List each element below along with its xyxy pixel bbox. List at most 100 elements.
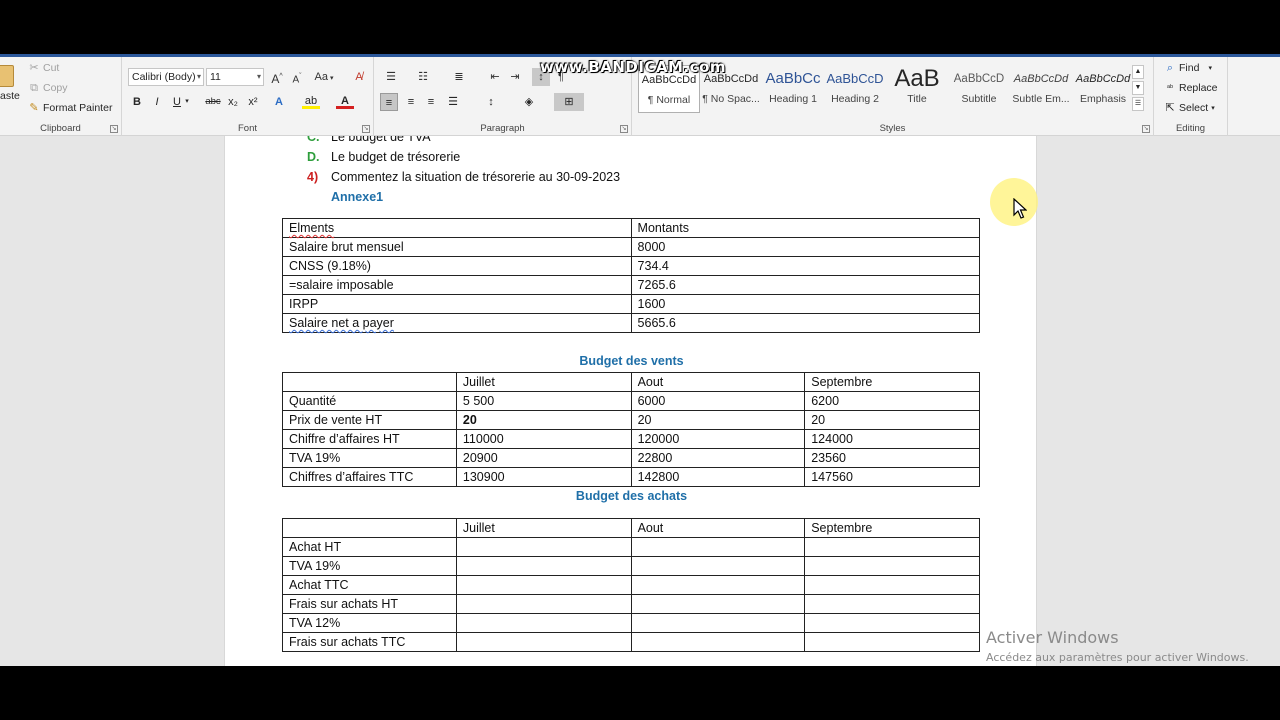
table-cell[interactable]: Prix de vente HT: [282, 410, 457, 430]
table-cell[interactable]: Aout: [630, 372, 806, 392]
table-cell[interactable]: Septembre: [804, 518, 980, 538]
table-cell[interactable]: 23560: [804, 448, 980, 468]
grow-font-button[interactable]: A^: [268, 68, 286, 86]
bold-button[interactable]: B: [128, 93, 146, 111]
table-cell[interactable]: 120000: [630, 429, 806, 449]
font-size-select[interactable]: 11 ▾: [206, 68, 264, 86]
table-cell[interactable]: [455, 556, 632, 576]
clear-formatting-icon[interactable]: A̸: [350, 68, 368, 86]
table-cell[interactable]: Quantité: [282, 391, 457, 411]
table-cell[interactable]: [804, 613, 980, 633]
style-item[interactable]: AaBbCc Heading 1: [762, 65, 824, 113]
table-cell[interactable]: Salaire brut mensuel: [282, 237, 632, 257]
line-spacing-icon[interactable]: ↕: [482, 93, 500, 111]
table-cell[interactable]: 1600: [630, 294, 981, 314]
table-cell[interactable]: 20900: [455, 448, 632, 468]
table-cell[interactable]: 734.4: [630, 256, 981, 276]
clipboard-launcher-icon[interactable]: ↘: [110, 125, 118, 133]
increase-indent-icon[interactable]: ⇥: [506, 68, 524, 86]
cut-button[interactable]: ✂ Cut: [28, 62, 59, 74]
table-cell[interactable]: IRPP: [282, 294, 632, 314]
table-cell[interactable]: [804, 556, 980, 576]
table-cell[interactable]: CNSS (9.18%): [282, 256, 632, 276]
table-cell[interactable]: 110000: [455, 429, 632, 449]
table-cell[interactable]: 20: [804, 410, 980, 430]
table-cell[interactable]: 20: [630, 410, 806, 430]
table-cell[interactable]: Elments: [282, 218, 632, 238]
table-cell[interactable]: 124000: [804, 429, 980, 449]
table-cell[interactable]: Juillet: [455, 372, 632, 392]
font-launcher-icon[interactable]: ↘: [362, 125, 370, 133]
align-left-icon[interactable]: ≡: [380, 93, 398, 111]
table-cell[interactable]: 5 500: [455, 391, 632, 411]
borders-icon[interactable]: ⊞: [554, 93, 584, 111]
paragraph-launcher-icon[interactable]: ↘: [620, 125, 628, 133]
table-cell[interactable]: 147560: [804, 467, 980, 487]
styles-more-icon[interactable]: ☰: [1132, 97, 1144, 111]
table-cell[interactable]: [630, 632, 806, 652]
strikethrough-button[interactable]: abc: [202, 93, 224, 111]
style-item[interactable]: AaBbCcD Subtitle: [948, 65, 1010, 113]
table-cell[interactable]: Frais sur achats HT: [282, 594, 457, 614]
document-canvas[interactable]: C. Le budget de TVA D. Le budget de trés…: [0, 136, 1280, 666]
style-item[interactable]: AaBbCcD Heading 2: [824, 65, 886, 113]
superscript-button[interactable]: x²: [244, 93, 262, 111]
multilevel-list-icon[interactable]: ≣: [450, 68, 468, 86]
align-right-icon[interactable]: ≡: [422, 93, 440, 111]
font-color-icon[interactable]: A: [336, 93, 354, 109]
styles-scroll-up-icon[interactable]: ▲: [1132, 65, 1144, 79]
table-cell[interactable]: [455, 632, 632, 652]
decrease-indent-icon[interactable]: ⇤: [486, 68, 504, 86]
table-cell[interactable]: Achat HT: [282, 537, 457, 557]
subscript-button[interactable]: x₂: [224, 93, 242, 111]
bullets-icon[interactable]: ☰: [382, 68, 400, 86]
table-cell[interactable]: [804, 575, 980, 595]
table-cell[interactable]: [630, 594, 806, 614]
table-cell[interactable]: 20: [455, 410, 632, 430]
table-cell[interactable]: [630, 556, 806, 576]
table-cell[interactable]: TVA 12%: [282, 613, 457, 633]
table-cell[interactable]: Septembre: [804, 372, 980, 392]
table-cell[interactable]: TVA 19%: [282, 556, 457, 576]
style-item[interactable]: AaB Title: [886, 65, 948, 113]
replace-button[interactable]: ᵃᵇ Replace: [1164, 82, 1218, 94]
table-cell[interactable]: Juillet: [455, 518, 632, 538]
italic-button[interactable]: I: [148, 93, 166, 111]
find-button[interactable]: ⌕ Find ▾: [1164, 62, 1212, 74]
table-cell[interactable]: [804, 537, 980, 557]
styles-launcher-icon[interactable]: ↘: [1142, 125, 1150, 133]
document-page[interactable]: C. Le budget de TVA D. Le budget de trés…: [224, 136, 1037, 666]
table-cell[interactable]: [804, 594, 980, 614]
select-button[interactable]: ⇱ Select ▾: [1164, 102, 1214, 114]
change-case-button[interactable]: Aa ▾: [312, 68, 336, 86]
table-cell[interactable]: TVA 19%: [282, 448, 457, 468]
table-cell[interactable]: [630, 537, 806, 557]
font-name-select[interactable]: Calibri (Body) ▾: [128, 68, 204, 86]
underline-dropdown-icon[interactable]: ▾: [182, 93, 192, 111]
highlight-color-icon[interactable]: ab: [302, 93, 320, 109]
table-cell[interactable]: 5665.6: [630, 313, 981, 333]
table-cell[interactable]: [804, 632, 980, 652]
text-effects-icon[interactable]: A: [270, 93, 288, 111]
table-cell[interactable]: Aout: [630, 518, 806, 538]
table-cell[interactable]: [455, 613, 632, 633]
shrink-font-button[interactable]: Aˇ: [288, 68, 306, 86]
table-cell[interactable]: [630, 575, 806, 595]
table-cell[interactable]: Salaire net a payer: [282, 313, 632, 333]
paste-button[interactable]: aste: [0, 65, 20, 102]
table-cell[interactable]: [630, 613, 806, 633]
table-cell[interactable]: Montants: [630, 218, 981, 238]
table-cell[interactable]: [455, 537, 632, 557]
styles-scroll-down-icon[interactable]: ▼: [1132, 81, 1144, 95]
justify-icon[interactable]: ☰: [444, 93, 462, 111]
table-cell[interactable]: =salaire imposable: [282, 275, 632, 295]
copy-button[interactable]: ⧉ Copy: [28, 82, 67, 94]
table-cell[interactable]: [282, 518, 457, 538]
table-cell[interactable]: [455, 594, 632, 614]
table-cell[interactable]: Chiffre d’affaires HT: [282, 429, 457, 449]
table-cell[interactable]: 8000: [630, 237, 981, 257]
table-cell[interactable]: 22800: [630, 448, 806, 468]
table-cell[interactable]: [455, 575, 632, 595]
table-cell[interactable]: 6200: [804, 391, 980, 411]
table-cell[interactable]: 7265.6: [630, 275, 981, 295]
